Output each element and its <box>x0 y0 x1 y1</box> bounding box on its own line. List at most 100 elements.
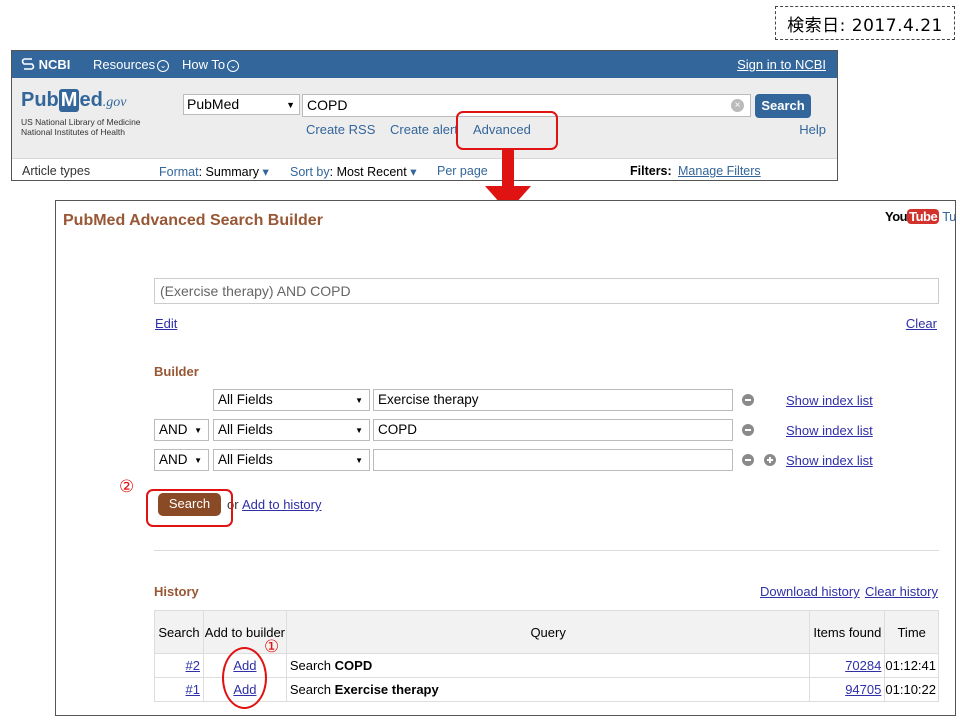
ncbi-logo-text: NCBI <box>38 57 71 72</box>
search-input-value: COPD <box>307 97 348 113</box>
resources-menu[interactable]: Resources ⌄ <box>93 57 170 72</box>
search-number-link[interactable]: #1 <box>186 682 200 697</box>
howto-menu[interactable]: How To ⌄ <box>182 57 240 72</box>
advanced-search-builder: PubMed Advanced Search Builder You Tube Tu… <box>55 200 956 716</box>
search-number-cell: #2 <box>154 653 204 678</box>
format-control[interactable]: Format: Summary ▾ <box>159 164 269 179</box>
column-header-items-found: Items found <box>809 610 886 654</box>
add-row-icon[interactable] <box>764 454 776 466</box>
page-title: PubMed Advanced Search Builder <box>63 212 323 229</box>
database-select[interactable]: PubMed ▼ <box>183 94 300 115</box>
show-index-list-link[interactable]: Show index list <box>786 423 873 438</box>
operator-select-value: AND <box>159 422 188 437</box>
items-found-link[interactable]: 70284 <box>845 658 881 673</box>
edit-link[interactable]: Edit <box>155 316 177 331</box>
dropdown-arrow-icon: ▼ <box>355 426 363 435</box>
dropdown-arrow-icon: ▼ <box>286 100 295 110</box>
time-cell: 01:12:41 <box>884 653 939 678</box>
library-name-line1: US National Library of Medicine <box>21 117 141 127</box>
create-alert-link[interactable]: Create alert <box>390 122 458 137</box>
pubmed-logo-m: M <box>58 89 80 112</box>
search-button-highlight <box>146 489 233 527</box>
pubmed-logo-pub: Pub <box>21 89 59 111</box>
youtube-icon[interactable]: You Tube Tu <box>885 209 955 224</box>
term-input[interactable]: Exercise therapy <box>373 389 733 411</box>
builder-label: Builder <box>154 364 199 379</box>
field-select[interactable]: All Fields ▼ <box>213 419 370 441</box>
column-header-query: Query <box>285 610 811 654</box>
clear-icon[interactable]: × <box>731 99 744 112</box>
operator-select[interactable]: AND ▼ <box>154 449 209 471</box>
create-rss-link[interactable]: Create RSS <box>306 122 375 137</box>
field-select-value: All Fields <box>218 422 273 437</box>
field-select-value: All Fields <box>218 392 273 407</box>
show-index-list-link[interactable]: Show index list <box>786 453 873 468</box>
per-page-control[interactable]: Per page <box>437 164 488 178</box>
show-index-list-link[interactable]: Show index list <box>786 393 873 408</box>
query-prefix: Search <box>289 682 332 697</box>
search-number-link[interactable]: #2 <box>186 658 200 673</box>
query-box[interactable]: (Exercise therapy) AND COPD <box>154 278 939 304</box>
time-cell: 01:10:22 <box>884 677 939 702</box>
remove-row-icon[interactable] <box>742 424 754 436</box>
items-found-cell: 94705 <box>809 677 886 702</box>
ncbi-logo-icon <box>21 58 35 70</box>
chevron-down-icon: ⌄ <box>157 60 170 72</box>
resources-menu-label: Resources <box>93 57 156 72</box>
article-types-label: Article types <box>22 164 91 178</box>
divider <box>154 550 939 551</box>
chevron-down-icon: ⌄ <box>227 60 240 72</box>
chevron-down-icon: ▾ <box>262 165 269 179</box>
manage-filters-link[interactable]: Manage Filters <box>678 164 761 178</box>
table-row: #2 Add Search COPD 70284 01:12:41 <box>154 653 939 678</box>
howto-menu-label: How To <box>182 57 226 72</box>
dropdown-arrow-icon: ▼ <box>194 456 202 465</box>
field-select[interactable]: All Fields ▼ <box>213 389 370 411</box>
download-history-link[interactable]: Download history <box>760 584 860 599</box>
pubmed-logo-gov: .gov <box>102 95 127 110</box>
format-label: Format <box>159 165 199 179</box>
ncbi-logo[interactable]: NCBI <box>21 57 70 72</box>
results-toolbar: Article types Format: Summary ▾ Sort by:… <box>12 158 837 180</box>
help-link[interactable]: Help <box>799 122 826 137</box>
history-label: History <box>154 584 199 599</box>
dropdown-arrow-icon: ▼ <box>355 456 363 465</box>
clear-history-link[interactable]: Clear history <box>865 584 938 599</box>
query-term: Exercise therapy <box>334 682 439 697</box>
column-header-time: Time <box>884 610 939 654</box>
operator-select-value: AND <box>159 452 188 467</box>
youtube-you-text: You <box>885 209 908 224</box>
per-page-label: Per page <box>437 164 488 178</box>
pubmed-logo[interactable]: Pub Med.gov <box>21 89 127 112</box>
advanced-highlight <box>456 111 558 150</box>
items-found-link[interactable]: 94705 <box>845 682 881 697</box>
field-select[interactable]: All Fields ▼ <box>213 449 370 471</box>
search-date-label: 検索日: 2017.4.21 <box>775 6 955 40</box>
term-input[interactable]: COPD <box>373 419 733 441</box>
search-button[interactable]: Search <box>755 94 811 118</box>
dropdown-arrow-icon: ▼ <box>194 426 202 435</box>
chevron-down-icon: ▾ <box>410 165 417 179</box>
database-select-value: PubMed <box>187 96 240 112</box>
ncbi-header-bar: NCBI Resources ⌄ How To ⌄ Sign in to NCBI <box>12 51 837 78</box>
add-to-history-link[interactable]: Add to history <box>242 497 322 512</box>
table-row: #1 Add Search Exercise therapy 94705 01:… <box>154 677 939 702</box>
step-2-marker: ② <box>119 477 135 497</box>
query-prefix: Search <box>289 658 332 673</box>
add-link-highlight <box>222 647 267 709</box>
library-name-line2: National Institutes of Health <box>21 127 125 137</box>
query-term: COPD <box>334 658 373 673</box>
remove-row-icon[interactable] <box>742 454 754 466</box>
operator-select[interactable]: AND ▼ <box>154 419 209 441</box>
sign-in-link[interactable]: Sign in to NCBI <box>737 57 826 72</box>
items-found-cell: 70284 <box>809 653 886 678</box>
column-header-search: Search <box>154 610 204 654</box>
sort-value: Most Recent <box>336 165 407 179</box>
clear-link[interactable]: Clear <box>906 316 937 331</box>
field-select-value: All Fields <box>218 452 273 467</box>
format-value: Summary <box>205 165 260 179</box>
filters-label: Filters: <box>630 164 672 178</box>
sort-control[interactable]: Sort by: Most Recent ▾ <box>290 164 417 179</box>
term-input[interactable] <box>373 449 733 471</box>
remove-row-icon[interactable] <box>742 394 754 406</box>
